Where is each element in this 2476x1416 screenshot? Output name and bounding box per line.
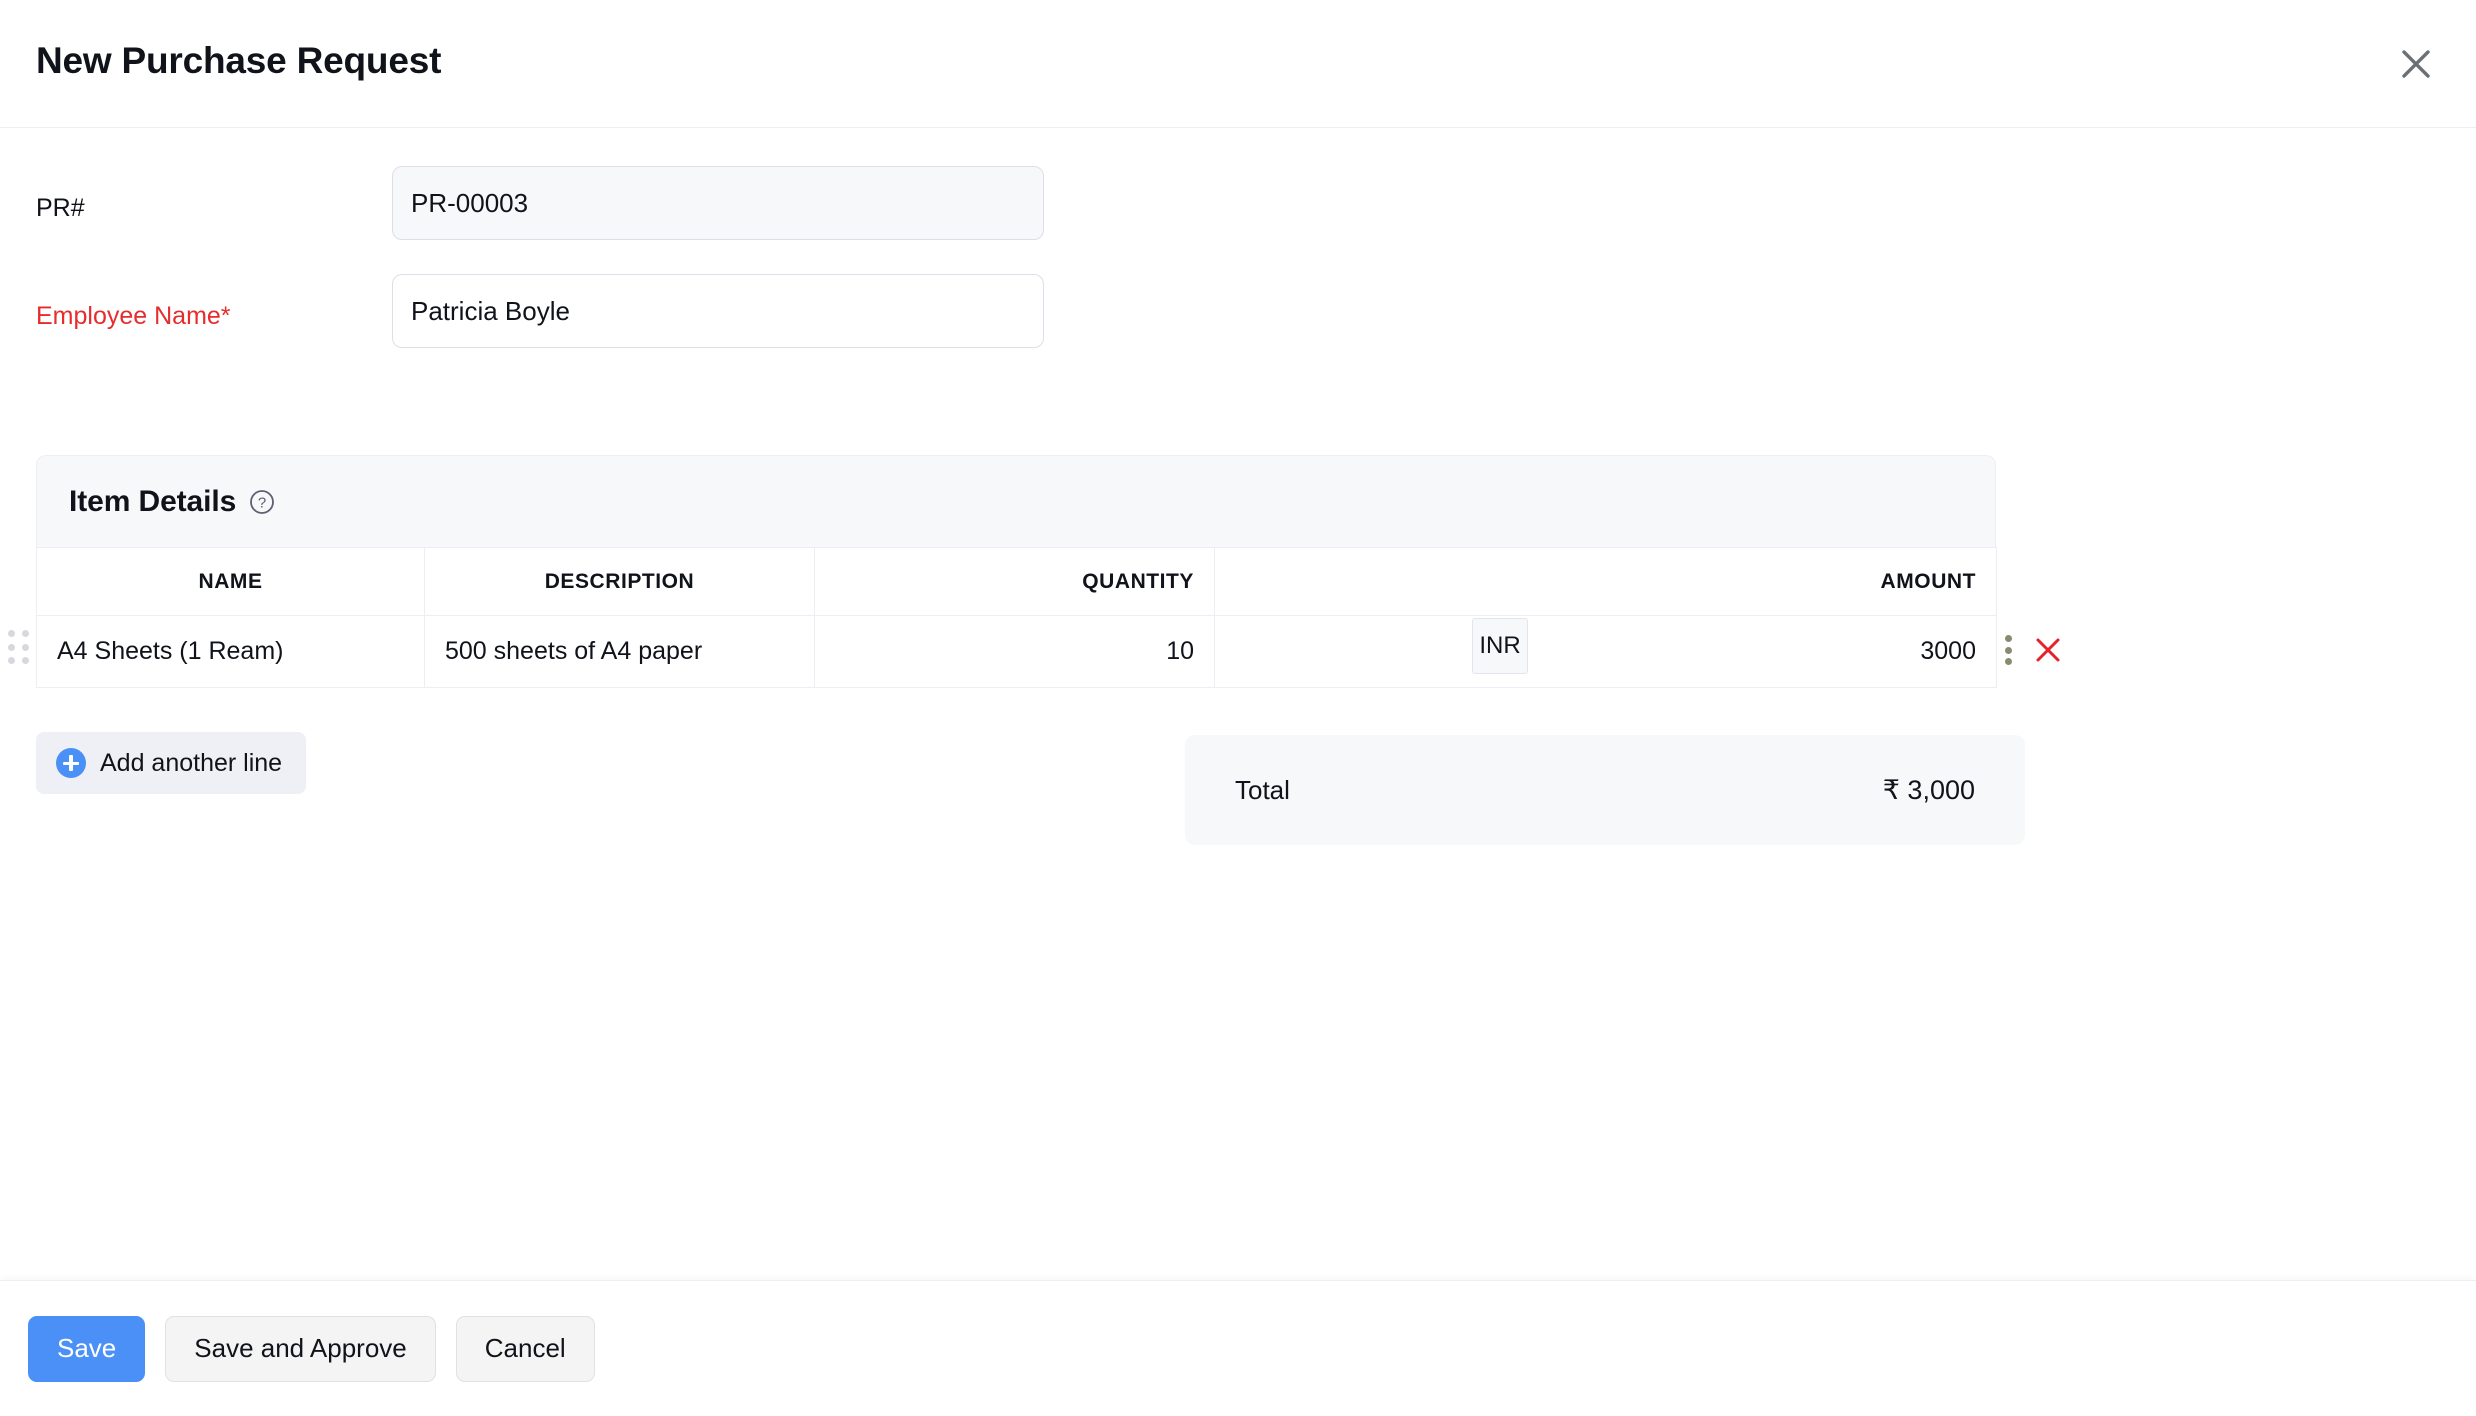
page-title: New Purchase Request bbox=[36, 40, 442, 81]
column-header-description: DESCRIPTION bbox=[424, 547, 815, 616]
total-label: Total bbox=[1235, 774, 1290, 805]
item-details-table: NAME DESCRIPTION QUANTITY AMOUNT A4 Shee… bbox=[36, 547, 1997, 688]
cell-item-quantity[interactable]: 10 bbox=[814, 615, 1215, 688]
cell-item-name[interactable]: A4 Sheets (1 Ream) bbox=[36, 615, 425, 688]
item-details-header: Item Details ? bbox=[36, 455, 1996, 547]
total-summary: Total ₹ 3,000 bbox=[1185, 735, 2025, 845]
modal-footer: Save Save and Approve Cancel bbox=[0, 1280, 2476, 1416]
employee-name-input[interactable] bbox=[392, 274, 1044, 348]
column-header-amount: AMOUNT bbox=[1214, 547, 1997, 616]
field-row-pr-number: PR# bbox=[0, 166, 2476, 250]
new-purchase-request-modal: New Purchase Request PR# Employee Name* … bbox=[0, 0, 2476, 1416]
currency-selector[interactable]: INR bbox=[1472, 618, 1528, 674]
item-details-panel: Item Details ? NAME DESCRIPTION QUANTITY… bbox=[36, 455, 1997, 688]
total-value: ₹ 3,000 bbox=[1882, 774, 1975, 805]
table-row: A4 Sheets (1 Ream) 500 sheets of A4 pape… bbox=[36, 615, 1997, 688]
pr-number-input[interactable] bbox=[392, 166, 1044, 240]
plus-circle-icon bbox=[56, 748, 86, 778]
save-button[interactable]: Save bbox=[28, 1315, 146, 1382]
cell-item-description[interactable]: 500 sheets of A4 paper bbox=[424, 615, 815, 688]
employee-name-label: Employee Name* bbox=[36, 301, 231, 330]
pr-number-label: PR# bbox=[36, 193, 85, 222]
add-another-line-button[interactable]: Add another line bbox=[36, 732, 307, 794]
help-circle-icon[interactable]: ? bbox=[249, 489, 275, 515]
column-header-quantity: QUANTITY bbox=[814, 547, 1215, 616]
delete-x-icon[interactable] bbox=[2034, 636, 2062, 664]
cell-item-amount[interactable]: 3000 bbox=[1214, 615, 1997, 688]
modal-header: New Purchase Request bbox=[0, 0, 2476, 128]
field-row-employee-name: Employee Name* bbox=[0, 274, 2476, 358]
row-actions bbox=[2004, 632, 2062, 668]
kebab-menu-icon[interactable] bbox=[2004, 632, 2012, 668]
column-header-name: NAME bbox=[36, 547, 425, 616]
cancel-button[interactable]: Cancel bbox=[455, 1315, 595, 1382]
drag-handle-icon[interactable] bbox=[8, 630, 30, 666]
close-icon[interactable] bbox=[2392, 40, 2440, 88]
item-details-title: Item Details bbox=[69, 484, 237, 518]
save-and-approve-button[interactable]: Save and Approve bbox=[165, 1315, 436, 1382]
table-header-row: NAME DESCRIPTION QUANTITY AMOUNT bbox=[36, 547, 1997, 616]
add-another-line-label: Add another line bbox=[100, 748, 283, 777]
svg-text:?: ? bbox=[258, 494, 266, 511]
